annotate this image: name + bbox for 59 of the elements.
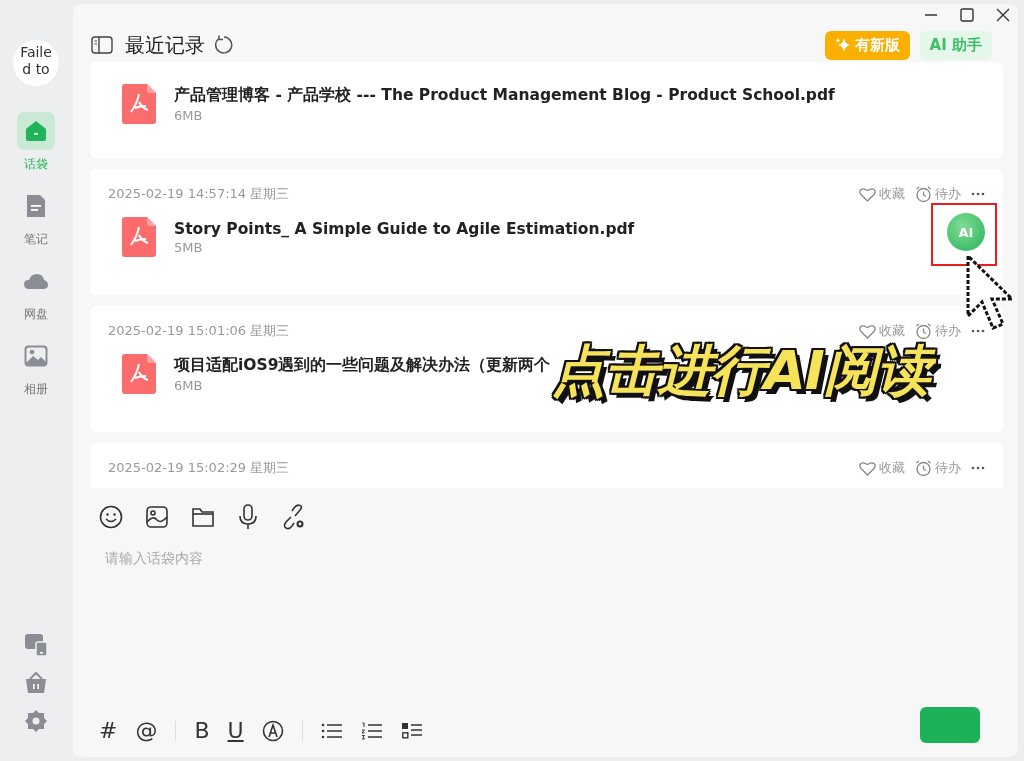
alarm-clock-icon[interactable] xyxy=(915,185,932,203)
maximize-icon[interactable] xyxy=(960,8,974,22)
alarm-clock-icon[interactable] xyxy=(915,322,932,340)
document-icon xyxy=(25,193,47,219)
todo-label[interactable]: 待办 xyxy=(935,322,961,340)
house-icon xyxy=(24,119,48,143)
sidebar-toggle-icon[interactable] xyxy=(91,36,113,54)
refresh-icon[interactable] xyxy=(213,35,233,55)
todo-label[interactable]: 待办 xyxy=(935,459,961,477)
sparkle-icon xyxy=(834,37,851,53)
alarm-clock-icon[interactable] xyxy=(915,459,932,477)
numbered-list-icon[interactable] xyxy=(360,721,383,740)
heart-icon[interactable] xyxy=(859,186,876,202)
bullet-list-icon[interactable] xyxy=(320,721,343,740)
favorite-label[interactable]: 收藏 xyxy=(879,185,905,203)
file-name[interactable]: 项目适配iOS9遇到的一些问题及解决办法（更新两个 xyxy=(174,355,551,376)
file-size: 5MB xyxy=(174,239,204,255)
avatar-alt-text: Failed to xyxy=(19,44,53,78)
message-input[interactable]: 请输入话袋内容 xyxy=(99,550,511,566)
favorite-label[interactable]: 收藏 xyxy=(879,322,905,340)
assistant-button[interactable]: AI 助手 xyxy=(919,30,992,60)
bold-button[interactable]: B xyxy=(194,718,210,743)
todo-label[interactable]: 待办 xyxy=(935,185,961,203)
pdf-file-icon xyxy=(122,217,156,257)
basket-icon[interactable] xyxy=(25,671,47,695)
more-icon[interactable] xyxy=(971,466,985,470)
checklist-icon[interactable] xyxy=(400,721,423,740)
file-size: 6MB xyxy=(174,378,204,393)
smiley-icon[interactable] xyxy=(99,505,123,529)
devices-icon[interactable] xyxy=(24,633,48,657)
hashtag-button[interactable]: # xyxy=(99,718,118,743)
more-icon[interactable] xyxy=(971,192,985,196)
folder-icon[interactable] xyxy=(191,506,215,528)
pdf-file-icon xyxy=(122,84,156,124)
nav-item[interactable]: 相册 xyxy=(17,337,55,398)
circled-letter-icon[interactable] xyxy=(261,719,284,742)
file-name[interactable]: 产品管理博客 - 产品学校 --- The Product Management Blog - Product School.pdf xyxy=(174,85,835,106)
record-date: 2025-02-19 15:01:06 星期三 xyxy=(108,322,291,340)
microphone-icon[interactable] xyxy=(237,504,259,530)
image-icon[interactable] xyxy=(145,505,169,529)
favorite-label[interactable]: 收藏 xyxy=(879,459,905,477)
annotation-caption: 点击进行AI阅读 xyxy=(550,341,942,407)
file-size: 6MB xyxy=(174,108,204,123)
heart-icon[interactable] xyxy=(859,460,876,476)
page-title: 最近记录 xyxy=(125,31,205,59)
settings-icon[interactable] xyxy=(24,709,48,733)
pdf-file-icon xyxy=(122,354,156,394)
cloud-icon xyxy=(23,272,49,290)
close-icon[interactable] xyxy=(996,8,1010,22)
mention-button[interactable]: @ xyxy=(135,718,158,743)
record-date: 2025-02-19 14:57:14 星期三 xyxy=(108,185,291,203)
heart-icon[interactable] xyxy=(859,323,876,339)
record-date: 2025-02-19 15:02:29 星期三 xyxy=(108,459,291,477)
file-name[interactable]: Story Points_ A Simple Guide to Agile Estimation.pdf xyxy=(174,219,635,238)
more-icon[interactable] xyxy=(971,329,985,333)
nav-item[interactable]: 网盘 xyxy=(17,262,55,323)
nav-item[interactable]: 笔记 xyxy=(17,187,55,248)
image-icon xyxy=(24,345,48,367)
underline-button[interactable]: U xyxy=(227,718,244,743)
